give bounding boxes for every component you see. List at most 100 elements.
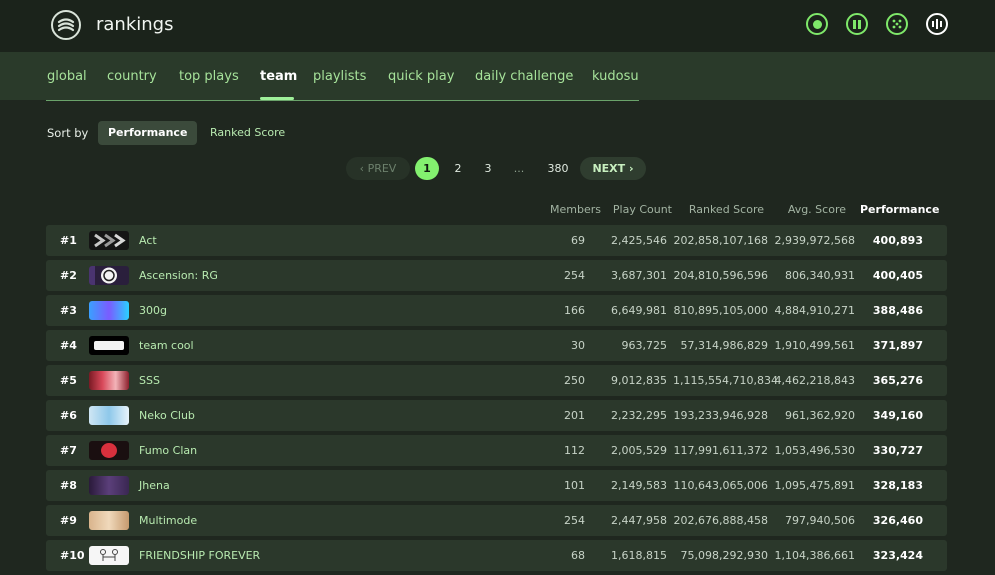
play-count-cell: 2,447,958 [611,514,667,527]
team-flag [89,546,129,565]
table-row: #4 team cool 30 963,725 57,314,986,829 1… [46,330,947,361]
tab-kudosu[interactable]: kudosu [592,69,639,84]
table-row: #5 SSS 250 9,012,835 1,115,554,710,834 4… [46,365,947,396]
avg-score-cell: 806,340,931 [785,269,855,282]
tab-team[interactable]: team [260,69,297,84]
chevron-left-icon: ‹ [359,162,368,175]
next-page-button[interactable]: NEXT › [580,157,646,180]
team-name-link[interactable]: team cool [139,330,194,361]
team-name-link[interactable]: Jhena [139,470,170,501]
rank-cell: #9 [60,514,77,527]
tab-global[interactable]: global [47,69,87,84]
avg-score-cell: 1,095,475,891 [774,479,855,492]
performance-cell: 326,460 [872,514,923,527]
tab-playlists[interactable]: playlists [313,69,366,84]
play-count-cell: 2,005,529 [611,444,667,457]
rank-cell: #10 [60,549,85,562]
members-cell: 166 [564,304,585,317]
avg-score-cell: 1,910,499,561 [774,339,855,352]
team-name-link[interactable]: Act [139,225,157,256]
tab-daily-challenge[interactable]: daily challenge [475,69,573,84]
play-count-cell: 3,687,301 [611,269,667,282]
top-header: rankings [0,0,995,52]
sort-performance-button[interactable]: Performance [98,121,198,145]
performance-cell: 388,486 [872,304,923,317]
rank-cell: #6 [60,409,77,422]
members-cell: 112 [564,444,585,457]
page-380-button[interactable]: 380 [544,157,572,180]
chevron-right-icon: › [625,162,634,175]
play-count-cell: 1,618,815 [611,549,667,562]
team-name-link[interactable]: 300g [139,295,167,326]
table-row: #8 Jhena 101 2,149,583 110,643,065,006 1… [46,470,947,501]
rank-cell: #7 [60,444,77,457]
column-play-count[interactable]: Play Count [606,203,672,216]
table-row: #1 Act 69 2,425,546 202,858,107,168 2,93… [46,225,947,256]
table-row: #10 FRIENDSHIP FOREVER 68 1,618,815 75,0… [46,540,947,571]
team-name-link[interactable]: SSS [139,365,160,396]
active-tab-indicator [260,97,294,100]
page-title: rankings [96,14,174,35]
ranked-score-cell: 110,643,065,006 [673,479,768,492]
play-count-cell: 963,725 [621,339,668,352]
team-name-link[interactable]: Fumo Clan [139,435,197,466]
tab-quick-play[interactable]: quick play [388,69,454,84]
sort-ranked-score-button[interactable]: Ranked Score [200,121,295,145]
members-cell: 101 [564,479,585,492]
performance-cell: 400,405 [872,269,923,282]
members-cell: 30 [571,339,585,352]
ranked-score-cell: 202,858,107,168 [673,234,768,247]
rank-cell: #5 [60,374,77,387]
column-performance[interactable]: Performance [860,203,939,216]
prev-page-button[interactable]: ‹ PREV [346,157,410,180]
team-name-link[interactable]: Multimode [139,505,197,536]
team-flag [89,476,129,495]
column-ranked-score[interactable]: Ranked Score [680,203,764,216]
play-count-cell: 2,149,583 [611,479,667,492]
app-logo-icon[interactable] [51,10,81,40]
table-row: #6 Neko Club 201 2,232,295 193,233,946,9… [46,400,947,431]
page-3-button[interactable]: 3 [480,157,496,180]
tab-top-plays[interactable]: top plays [179,69,239,84]
performance-cell: 371,897 [872,339,923,352]
avg-score-cell: 1,104,386,661 [774,549,855,562]
tab-country[interactable]: country [107,69,157,84]
play-count-cell: 9,012,835 [611,374,667,387]
page-2-button[interactable]: 2 [450,157,466,180]
avg-score-cell: 2,939,972,568 [774,234,855,247]
dice-icon[interactable] [886,13,908,35]
rank-cell: #1 [60,234,77,247]
team-name-link[interactable]: Neko Club [139,400,195,431]
avg-score-cell: 4,462,218,843 [774,374,855,387]
ranked-score-cell: 1,115,554,710,834 [673,374,778,387]
ranked-score-cell: 117,991,611,372 [673,444,768,457]
ranked-score-cell: 810,895,105,000 [673,304,768,317]
members-cell: 250 [564,374,585,387]
team-name-link[interactable]: Ascension: RG [139,260,218,291]
team-flag [89,231,129,250]
performance-cell: 330,727 [872,444,923,457]
team-flag [89,441,129,460]
team-name-link[interactable]: FRIENDSHIP FOREVER [139,540,260,571]
page-1-button[interactable]: 1 [415,157,439,180]
column-avg-score[interactable]: Avg. Score [782,203,846,216]
team-flag [89,301,129,320]
team-flag [89,406,129,425]
ranked-score-cell: 202,676,888,458 [673,514,768,527]
rank-cell: #2 [60,269,77,282]
audio-icon[interactable] [926,13,948,35]
table-row: #9 Multimode 254 2,447,958 202,676,888,4… [46,505,947,536]
rank-cell: #3 [60,304,77,317]
live-icon[interactable] [806,13,828,35]
performance-cell: 349,160 [872,409,923,422]
sort-label: Sort by [47,126,89,140]
column-members[interactable]: Members [546,203,601,216]
performance-cell: 328,183 [872,479,923,492]
page-ellipsis: ... [513,162,525,175]
pause-icon[interactable] [846,13,868,35]
members-cell: 69 [571,234,585,247]
team-flag [89,266,129,285]
table-row: #2 Ascension: RG 254 3,687,301 204,810,5… [46,260,947,291]
team-flag [89,371,129,390]
table-row: #7 Fumo Clan 112 2,005,529 117,991,611,3… [46,435,947,466]
